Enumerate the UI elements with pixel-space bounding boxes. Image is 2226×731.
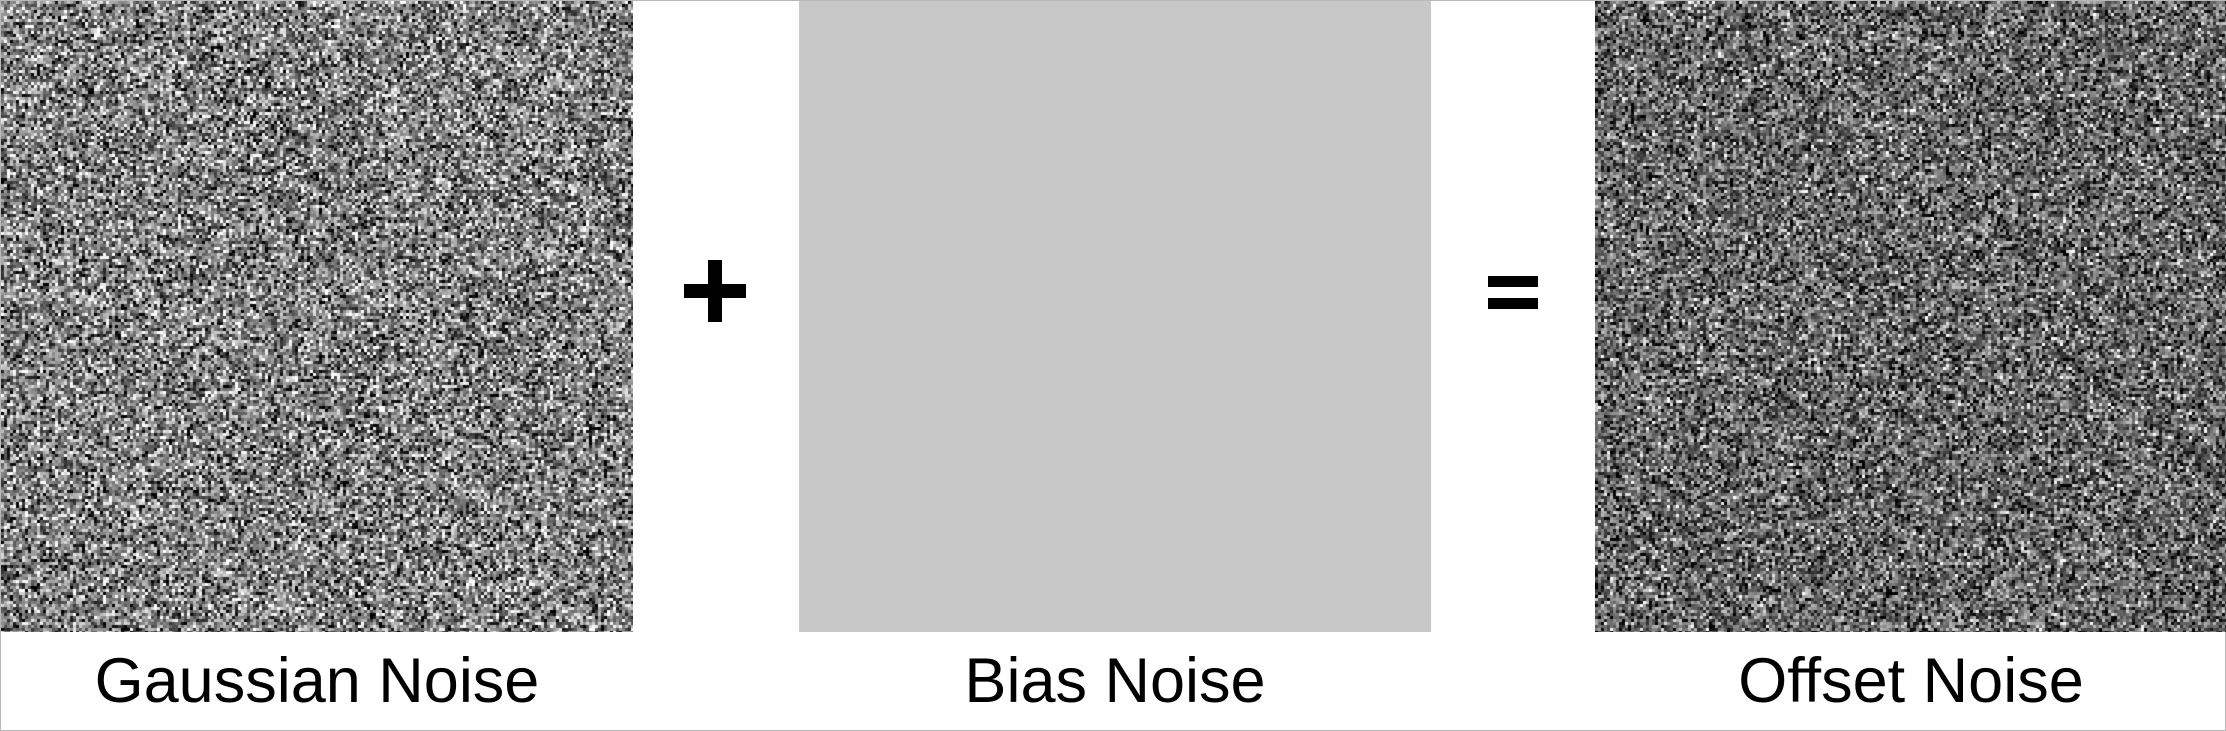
gaussian-noise-caption: Gaussian Noise (94, 646, 540, 716)
offset-noise-image (1595, 1, 2226, 632)
equals-sign-icon (1468, 246, 1558, 336)
plus-sign-graphic (684, 260, 746, 322)
bias-noise-fill (799, 1, 1431, 632)
figure-frame: Gaussian Noise Bias Noise Offset Noise (0, 0, 2226, 731)
offset-noise-canvas (1595, 1, 2226, 632)
gaussian-noise-canvas (1, 1, 633, 632)
bias-noise-image (799, 1, 1431, 632)
plus-sign-icon (671, 246, 761, 336)
offset-noise-caption: Offset Noise (1738, 646, 2084, 716)
equals-sign-graphic (1488, 276, 1538, 309)
gaussian-noise-image (1, 1, 633, 632)
bias-noise-caption: Bias Noise (964, 646, 1266, 716)
